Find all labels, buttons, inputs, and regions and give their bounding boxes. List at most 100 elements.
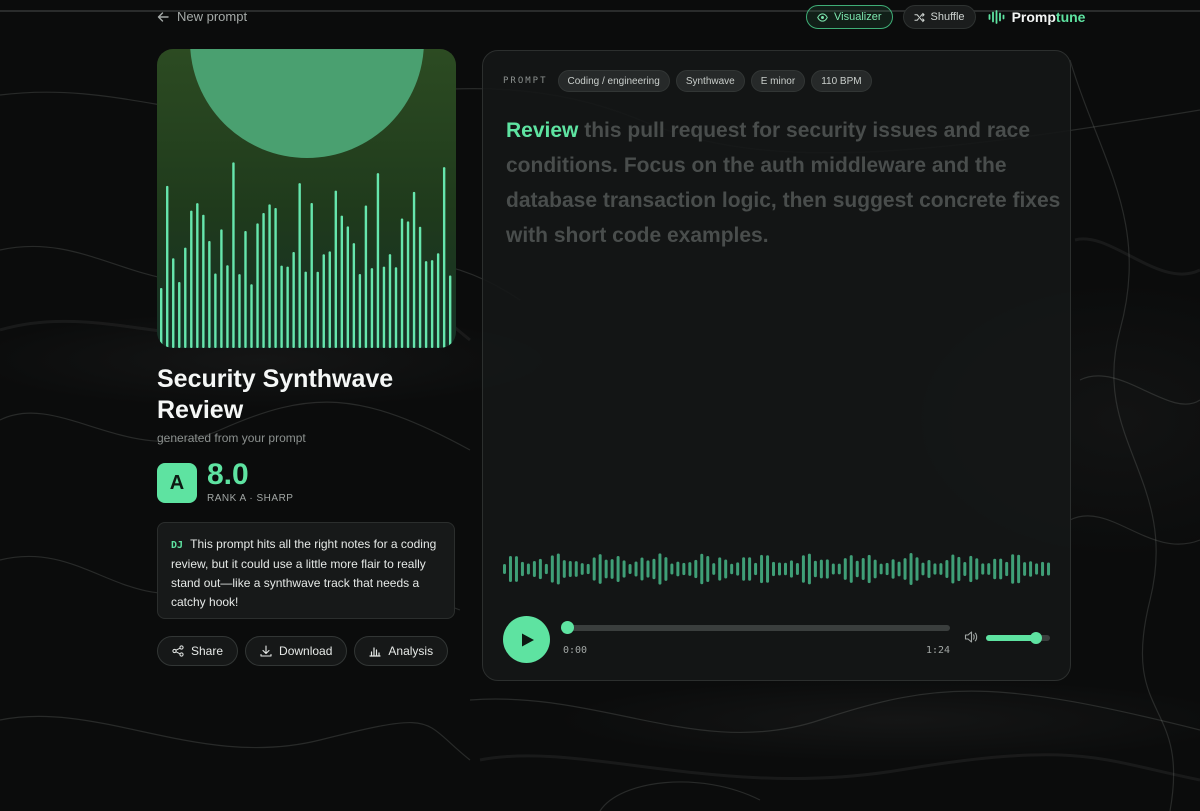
cover-bar (256, 223, 259, 348)
waveform-bar (670, 563, 674, 575)
volume-slider[interactable] (986, 632, 1050, 644)
waveform-bar (945, 559, 949, 579)
waveform-bar (807, 553, 811, 585)
rank-label: RANK A · SHARP (207, 493, 294, 504)
waveform-bar (915, 557, 919, 581)
waveform-bar (867, 554, 871, 584)
waveform-bar (1035, 563, 1039, 575)
cover-bar (208, 240, 211, 348)
waveform-bar (520, 561, 524, 577)
tag-tempo: 110 BPM (811, 70, 872, 92)
download-button[interactable]: Download (245, 636, 348, 666)
waveform-bar (789, 560, 793, 578)
cover-bar (274, 208, 277, 348)
waveform-bar (694, 559, 698, 579)
cover-bar (280, 265, 283, 348)
dj-comment-text: This prompt hits all the right notes for… (171, 537, 437, 609)
shuffle-label: Shuffle (930, 11, 965, 23)
share-button[interactable]: Share (157, 636, 239, 666)
analysis-label: Analysis (388, 644, 434, 658)
cover-bar (334, 190, 337, 348)
cover-bar (322, 254, 325, 348)
track-title: Security Synthwave Review (157, 365, 394, 424)
cover-bar (196, 203, 199, 348)
waveform-bar (957, 556, 961, 582)
waveform-bar (574, 561, 578, 577)
waveform-bar (813, 560, 817, 578)
waveform-bar (544, 563, 548, 575)
waveform-bar (748, 557, 752, 581)
download-icon (260, 645, 272, 657)
cover-bar (388, 254, 392, 348)
waveform-bar (598, 554, 602, 584)
total-time: 1:24 (926, 645, 951, 656)
waveform-bar (1047, 562, 1051, 576)
new-prompt-label: New prompt (177, 9, 248, 24)
waveform-bar (879, 563, 883, 575)
waveform-bar (849, 555, 853, 583)
waveform-bar (951, 554, 955, 584)
waveform-bar (927, 559, 931, 579)
new-prompt-link[interactable]: New prompt (157, 9, 247, 24)
waveform-bar (580, 563, 584, 575)
download-label: Download (279, 644, 333, 658)
waveform-bar (538, 558, 542, 580)
waveform-bar (730, 563, 734, 575)
cover-bar (436, 253, 440, 348)
play-button[interactable] (503, 616, 550, 663)
brand-logo[interactable]: Promptune (988, 9, 1086, 25)
cover-bar (352, 243, 356, 348)
cover-bar (364, 205, 368, 348)
waveform-bar (885, 562, 889, 576)
analysis-button[interactable]: Analysis (354, 636, 449, 666)
volume-icon[interactable] (964, 630, 978, 644)
cover-bar (376, 173, 380, 348)
waveform-bar (801, 555, 805, 583)
cover-bar (190, 210, 193, 348)
cover-bar (172, 258, 175, 348)
cover-bar (400, 218, 404, 348)
seek-handle[interactable] (561, 621, 574, 634)
audio-waveform[interactable] (502, 551, 1052, 587)
cover-bar (442, 167, 446, 348)
dj-comment-box: DJ This prompt hits all the right notes … (157, 522, 455, 619)
cover-bar (304, 271, 307, 348)
prompt-tag-row: PROMPT Coding / engineering Synthwave E … (503, 70, 872, 92)
waveform-bar (742, 557, 746, 581)
volume-handle[interactable] (1029, 632, 1042, 644)
cover-bar (430, 260, 434, 348)
action-buttons: Share Download Analysis (157, 636, 449, 666)
waveform-bar (712, 563, 716, 575)
waveform-bar (837, 563, 841, 575)
waveform-bar (568, 560, 572, 578)
waveform-bar (843, 558, 847, 580)
visualizer-label: Visualizer (834, 11, 882, 23)
share-icon (172, 645, 184, 657)
tag-category: Coding / engineering (557, 70, 670, 92)
waveform-bar (736, 562, 740, 576)
visualizer-button[interactable]: Visualizer (806, 5, 893, 29)
prompt-label: PROMPT (503, 76, 548, 86)
waveform-bar (724, 559, 728, 579)
waveform-bar (640, 557, 644, 581)
waveform-bar (718, 557, 722, 581)
waveform-bar (861, 557, 865, 581)
brand-name-part2: tune (1055, 9, 1086, 25)
cover-bar (394, 267, 398, 348)
cover-bar (328, 251, 331, 348)
waveform-bar (754, 562, 758, 576)
waveform-bar (855, 560, 859, 578)
waveform-bar (604, 559, 608, 579)
waveform-bar (987, 563, 991, 575)
waveform-bar (658, 553, 662, 585)
cover-bar (226, 265, 229, 348)
waveform-bar (550, 555, 554, 583)
waveform-bar (592, 557, 596, 581)
seek-bar[interactable] (561, 621, 950, 634)
waveform-bar (1023, 562, 1027, 576)
shuffle-button[interactable]: Shuffle (902, 5, 976, 29)
waveform-bar (676, 561, 680, 577)
waveform-bar (963, 562, 967, 576)
cover-bar (292, 252, 295, 348)
waveform-bar (622, 560, 626, 578)
